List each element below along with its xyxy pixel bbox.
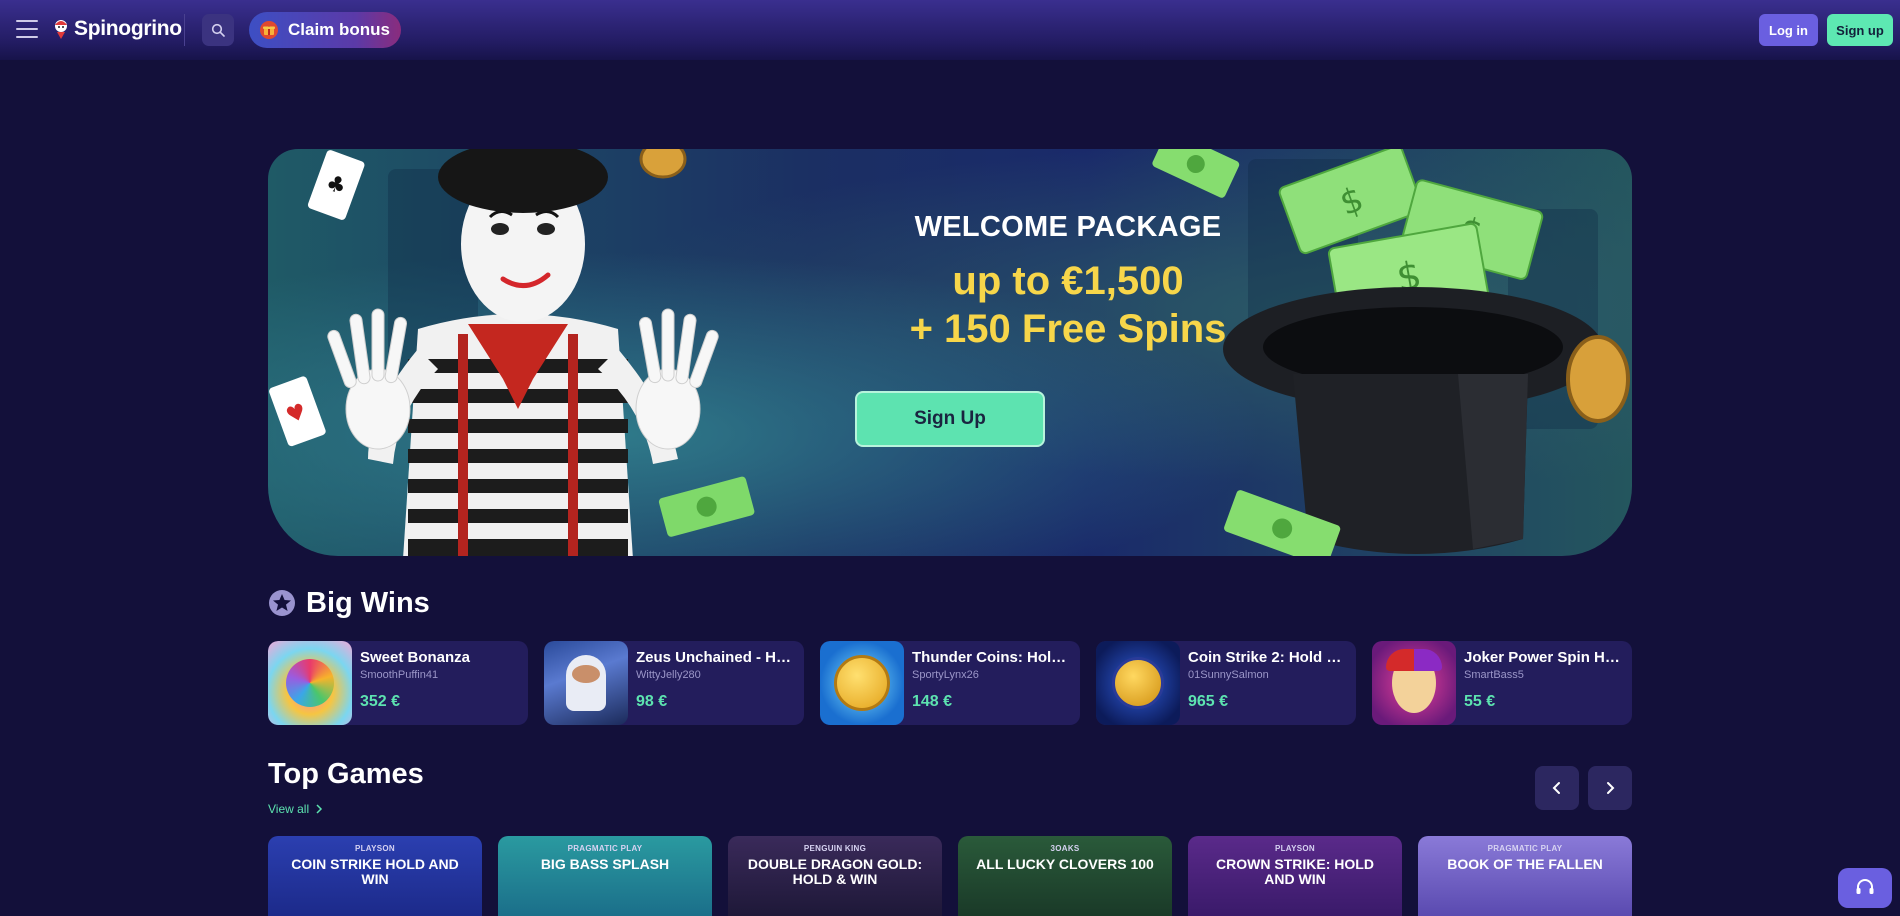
hero-text-block: WELCOME PACKAGE up to €1,500 + 150 Free … xyxy=(888,209,1248,353)
game-name: BIG BASS SPLASH xyxy=(540,856,670,872)
hero-free-spins: + 150 Free Spins xyxy=(909,307,1227,351)
game-thumbnail xyxy=(820,641,904,725)
win-card[interactable]: Coin Strike 2: Hold an... 01SunnySalmon … xyxy=(1096,641,1356,725)
win-amount: 55 € xyxy=(1464,693,1496,710)
game-provider: PLAYSON xyxy=(354,844,396,853)
game-card[interactable]: PRAGMATIC PLAY BIG BASS SPLASH xyxy=(498,836,712,916)
search-button[interactable] xyxy=(202,14,234,46)
logo[interactable]: Spinogrino xyxy=(52,14,182,44)
win-username: 01SunnySalmon xyxy=(1188,669,1269,681)
big-wins-list: Sweet Bonanza SmoothPuffin41 352 € Zeus … xyxy=(268,641,1632,725)
game-provider: PRAGMATIC PLAY xyxy=(1487,844,1563,853)
big-wins-title: Big Wins xyxy=(306,586,430,619)
game-card[interactable]: PRAGMATIC PLAY BOOK OF THE FALLEN xyxy=(1418,836,1632,916)
game-card[interactable]: PLAYSON COIN STRIKE HOLD AND WIN xyxy=(268,836,482,916)
win-username: SmoothPuffin41 xyxy=(360,669,439,681)
chevron-left-icon xyxy=(1552,782,1560,794)
game-thumbnail xyxy=(1372,641,1456,725)
search-icon xyxy=(211,23,225,37)
claim-bonus-label: Claim bonus xyxy=(288,20,391,39)
chevron-right-icon xyxy=(1607,782,1615,794)
win-card[interactable]: Zeus Unchained - Hol... WittyJelly280 98… xyxy=(544,641,804,725)
logo-mark-icon xyxy=(55,20,67,39)
game-name: CROWN STRIKE: HOLD AND WIN xyxy=(1216,856,1374,887)
win-amount: 352 € xyxy=(360,693,401,710)
win-username: SmartBass5 xyxy=(1464,669,1524,681)
win-card[interactable]: Joker Power Spin Hol... SmartBass5 55 € xyxy=(1372,641,1632,725)
game-thumbnail xyxy=(268,641,352,725)
view-all-link[interactable]: View all xyxy=(268,802,323,816)
support-chat-button[interactable] xyxy=(1838,868,1892,908)
game-provider: PLAYSON xyxy=(1274,844,1316,853)
win-username: SportyLynx26 xyxy=(912,669,979,681)
game-thumbnail xyxy=(544,641,628,725)
top-games-list: PLAYSON COIN STRIKE HOLD AND WIN PRAGMAT… xyxy=(268,836,1632,916)
game-name: COIN STRIKE HOLD AND WIN xyxy=(291,856,459,887)
game-name: DOUBLE DRAGON GOLD: HOLD & WIN xyxy=(747,856,923,887)
view-all-label: View all xyxy=(268,802,310,816)
game-card[interactable]: PENGUIN KING DOUBLE DRAGON GOLD: HOLD & … xyxy=(728,836,942,916)
win-amount: 148 € xyxy=(912,693,953,710)
claim-bonus-button[interactable]: Claim bonus xyxy=(249,12,401,48)
game-provider: 3OAKS xyxy=(1050,844,1080,853)
game-card[interactable]: 3OAKS ALL LUCKY CLOVERS 100 xyxy=(958,836,1172,916)
menu-icon[interactable] xyxy=(16,20,38,38)
gift-icon xyxy=(260,21,278,39)
win-card[interactable]: Sweet Bonanza SmoothPuffin41 352 € xyxy=(268,641,528,725)
win-game-name: Sweet Bonanza xyxy=(360,649,471,666)
hero-signup-button[interactable]: Sign Up xyxy=(855,391,1045,447)
win-amount: 98 € xyxy=(636,693,668,710)
game-provider: PENGUIN KING xyxy=(803,844,867,853)
win-game-name: Coin Strike 2: Hold an... xyxy=(1188,649,1348,666)
game-name: ALL LUCKY CLOVERS 100 xyxy=(976,856,1154,872)
top-navbar: Spinogrino Claim bonus Log in Sign up xyxy=(0,0,1900,60)
chevron-right-icon xyxy=(316,804,323,814)
win-amount: 965 € xyxy=(1188,693,1229,710)
headset-icon xyxy=(1856,879,1874,894)
hero-kicker: WELCOME PACKAGE xyxy=(914,211,1222,243)
game-card[interactable]: PLAYSON CROWN STRIKE: HOLD AND WIN xyxy=(1188,836,1402,916)
login-button[interactable]: Log in xyxy=(1759,14,1818,46)
logo-text: Spinogrino xyxy=(74,17,182,40)
mime-illustration: ♣ ♥ xyxy=(269,149,755,556)
signup-header-button[interactable]: Sign up xyxy=(1827,14,1893,46)
game-thumbnail xyxy=(1096,641,1180,725)
win-game-name: Zeus Unchained - Hol... xyxy=(636,649,796,666)
win-game-name: Thunder Coins: Hold ... xyxy=(912,649,1072,666)
star-badge-icon xyxy=(269,590,295,616)
hero-banner[interactable]: ♣ ♥ $ $ WELCOME PACKAGE up to €1,500 + 1… xyxy=(268,149,1632,556)
game-provider: PRAGMATIC PLAY xyxy=(567,844,643,853)
win-card[interactable]: Thunder Coins: Hold ... SportyLynx26 148… xyxy=(820,641,1080,725)
win-username: WittyJelly280 xyxy=(636,669,701,681)
big-wins-header: Big Wins xyxy=(268,585,430,621)
hero-amount: up to €1,500 xyxy=(952,259,1184,303)
carousel-prev-button[interactable] xyxy=(1535,766,1579,810)
game-name: BOOK OF THE FALLEN xyxy=(1447,856,1603,872)
win-game-name: Joker Power Spin Hol... xyxy=(1464,649,1624,666)
top-games-title: Top Games xyxy=(268,758,424,790)
carousel-next-button[interactable] xyxy=(1588,766,1632,810)
header-divider xyxy=(184,14,185,46)
